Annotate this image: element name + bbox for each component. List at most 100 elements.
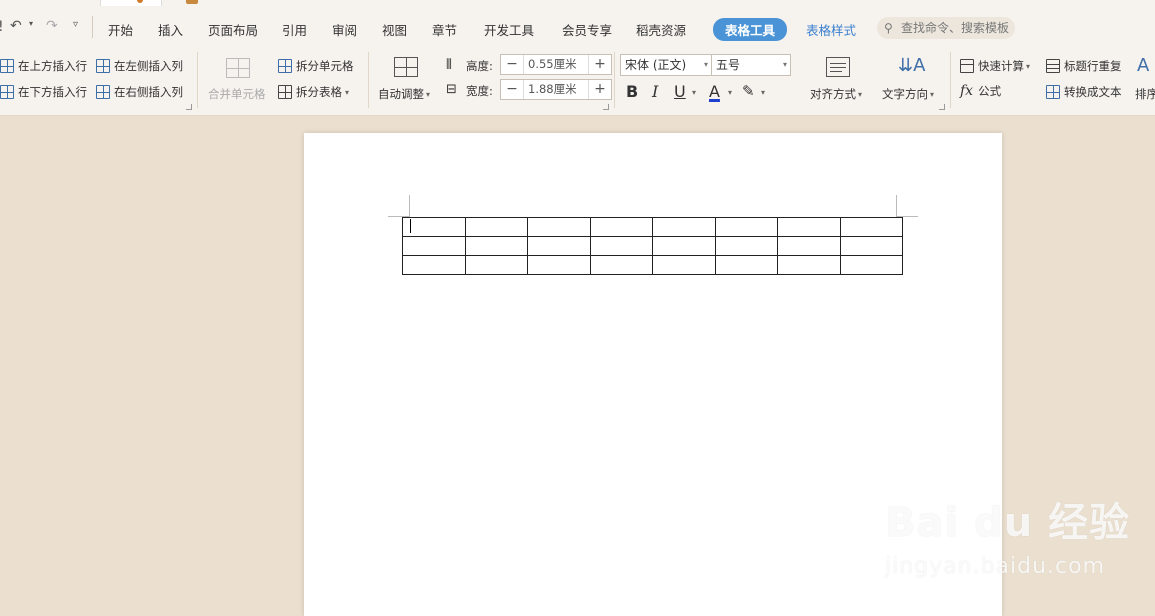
menu-page-layout[interactable]: 页面布局 — [208, 20, 258, 39]
quick-calc-button[interactable]: 快速计算 ▾ — [960, 58, 1030, 74]
repeat-header-button[interactable]: 标题行重复 — [1046, 58, 1122, 74]
table-cell[interactable] — [402, 236, 466, 256]
table-cell[interactable] — [839, 255, 903, 275]
redo-icon[interactable]: ↷ — [46, 18, 58, 34]
menu-view[interactable]: 视图 — [382, 20, 407, 39]
insert-col-right-icon — [96, 85, 110, 99]
document-table[interactable] — [402, 217, 903, 275]
table-cell[interactable] — [714, 255, 778, 275]
document-tab-icon[interactable] — [186, 0, 198, 4]
insert-row-above-label: 在上方插入行 — [18, 59, 87, 73]
formula-button[interactable]: fx 公式 — [960, 83, 1001, 99]
height-increase-button[interactable]: + — [589, 55, 611, 74]
height-stepper[interactable]: − 0.55厘米 + — [500, 54, 612, 75]
tab-table-tools[interactable]: 表格工具 — [713, 18, 788, 41]
insert-row-above-icon — [0, 59, 14, 73]
table-row — [402, 255, 903, 275]
insert-row-below-button[interactable]: 在下方插入行 — [0, 84, 87, 100]
split-cells-label: 拆分单元格 — [296, 59, 354, 73]
insert-col-right-button[interactable]: 在右侧插入列 — [96, 84, 183, 100]
bold-button[interactable]: B — [626, 82, 638, 101]
menu-chapter[interactable]: 章节 — [432, 20, 457, 39]
convert-to-text-button[interactable]: 转换成文本 — [1046, 84, 1122, 100]
text-direction-button[interactable]: 文字方向 ▾ — [882, 86, 934, 102]
underline-dropdown-icon[interactable]: ▾ — [692, 88, 696, 97]
table-row — [402, 217, 903, 237]
table-cell[interactable] — [464, 255, 528, 275]
height-decrease-button[interactable]: − — [501, 55, 523, 74]
menu-references[interactable]: 引用 — [282, 20, 307, 39]
undo-icon[interactable]: ↶ — [10, 18, 22, 34]
auto-fit-button[interactable]: 自动调整 ▾ — [378, 86, 430, 102]
table-row — [402, 236, 903, 256]
table-cell[interactable] — [652, 217, 716, 237]
document-tab[interactable] — [100, 0, 162, 6]
font-color-dropdown-icon[interactable]: ▾ — [728, 88, 732, 97]
table-cell[interactable] — [839, 236, 903, 256]
table-cell[interactable] — [652, 236, 716, 256]
underline-button[interactable]: U — [674, 82, 686, 101]
width-stepper[interactable]: − 1.88厘米 + — [500, 79, 612, 100]
merge-cells-button[interactable]: 合并单元格 — [208, 86, 266, 102]
italic-button[interactable]: I — [652, 82, 658, 101]
table-cell[interactable] — [527, 217, 591, 237]
font-color-button[interactable]: A — [709, 82, 720, 101]
save-icon[interactable]: ! — [0, 19, 4, 35]
table-cell[interactable] — [464, 217, 528, 237]
font-name-select[interactable]: 宋体 (正文) ▾ — [620, 54, 712, 76]
table-cell[interactable] — [402, 255, 466, 275]
split-table-button[interactable]: 拆分表格 ▾ — [278, 84, 349, 100]
width-increase-button[interactable]: + — [589, 80, 611, 99]
table-cell[interactable] — [527, 236, 591, 256]
table-cell[interactable] — [589, 217, 653, 237]
menu-developer[interactable]: 开发工具 — [484, 20, 534, 39]
split-table-label: 拆分表格 — [296, 85, 342, 99]
group-launcher-icon[interactable] — [186, 104, 192, 110]
search-placeholder: 查找命令、搜索模板 — [901, 21, 1010, 35]
insert-row-below-icon — [0, 85, 14, 99]
search-icon: ⚲ — [884, 21, 893, 35]
height-value[interactable]: 0.55厘米 — [523, 55, 589, 74]
convert-to-text-label: 转换成文本 — [1064, 85, 1122, 99]
table-cell[interactable] — [714, 217, 778, 237]
table-cell[interactable] — [652, 255, 716, 275]
customize-toolbar-icon[interactable]: ▿ — [73, 19, 78, 30]
convert-to-text-icon — [1046, 85, 1060, 99]
width-decrease-button[interactable]: − — [501, 80, 523, 99]
menu-review[interactable]: 审阅 — [332, 20, 357, 39]
insert-col-left-button[interactable]: 在左侧插入列 — [96, 58, 183, 74]
menu-insert[interactable]: 插入 — [158, 20, 183, 39]
align-button[interactable]: 对齐方式 ▾ — [810, 86, 862, 102]
table-cell[interactable] — [777, 236, 841, 256]
table-cell[interactable] — [527, 255, 591, 275]
table-cell[interactable] — [777, 255, 841, 275]
cell-size-launcher-icon[interactable] — [603, 104, 609, 110]
table-cell[interactable] — [777, 217, 841, 237]
width-value[interactable]: 1.88厘米 — [523, 80, 589, 99]
font-size-select[interactable]: 五号 ▾ — [711, 54, 791, 76]
insert-row-above-button[interactable]: 在上方插入行 — [0, 58, 87, 74]
table-cell[interactable] — [464, 236, 528, 256]
auto-fit-icon — [394, 57, 418, 77]
table-cell[interactable] — [589, 236, 653, 256]
highlight-icon[interactable]: ✎ — [742, 82, 755, 100]
sort-button[interactable]: 排序 — [1135, 86, 1155, 102]
text-direction-label: 文字方向 — [882, 87, 928, 101]
menu-docer[interactable]: 稻壳资源 — [636, 20, 686, 39]
command-search[interactable]: ⚲ 查找命令、搜索模板 — [877, 17, 1015, 39]
table-cell[interactable] — [402, 217, 466, 237]
menu-start[interactable]: 开始 — [108, 20, 133, 39]
menu-member[interactable]: 会员专享 — [562, 20, 612, 39]
merge-cells-icon — [226, 58, 250, 78]
split-cells-button[interactable]: 拆分单元格 — [278, 58, 354, 74]
document-tab-strip — [0, 0, 1155, 6]
watermark-url: jingyan.baidu.com — [885, 554, 1106, 579]
table-cell[interactable] — [714, 236, 778, 256]
text-launcher-icon[interactable] — [939, 104, 945, 110]
table-cell[interactable] — [589, 255, 653, 275]
table-cell[interactable] — [839, 217, 903, 237]
tab-table-style[interactable]: 表格样式 — [806, 20, 856, 39]
undo-dropdown-icon[interactable]: ▾ — [29, 19, 33, 28]
highlight-dropdown-icon[interactable]: ▾ — [761, 88, 765, 97]
repeat-header-label: 标题行重复 — [1064, 59, 1122, 73]
